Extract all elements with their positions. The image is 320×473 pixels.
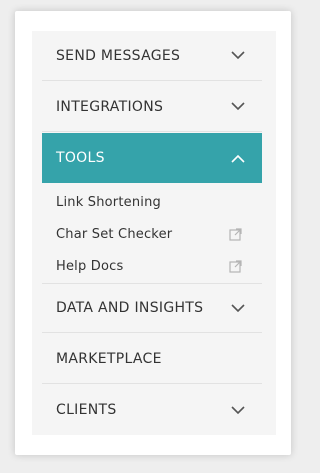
submenu-item-char-set-checker[interactable]: Char Set Checker bbox=[56, 220, 252, 248]
menu-item-label: SEND MESSAGES bbox=[56, 47, 181, 64]
chevron-down-icon bbox=[228, 97, 248, 117]
menu-item-integrations[interactable]: INTEGRATIONS bbox=[42, 82, 262, 132]
submenu-item-help-docs[interactable]: Help Docs bbox=[56, 252, 252, 280]
external-link-icon bbox=[228, 259, 242, 273]
chevron-down-icon bbox=[228, 298, 248, 318]
external-link-icon bbox=[228, 227, 242, 241]
submenu-item-label: Help Docs bbox=[56, 258, 124, 274]
menu-item-label: TOOLS bbox=[56, 150, 105, 166]
chevron-down-icon bbox=[228, 46, 248, 66]
chevron-up-icon bbox=[228, 148, 248, 168]
navigation-card: SEND MESSAGES INTEGRATIONS TOOLS Link Sh… bbox=[15, 11, 291, 455]
menu-item-label: INTEGRATIONS bbox=[56, 98, 164, 115]
menu-item-marketplace[interactable]: MARKETPLACE bbox=[42, 334, 262, 384]
menu-item-label: CLIENTS bbox=[56, 402, 117, 418]
menu-item-clients[interactable]: CLIENTS bbox=[42, 385, 262, 435]
chevron-down-icon bbox=[228, 400, 248, 420]
menu-item-data-and-insights[interactable]: DATA AND INSIGHTS bbox=[42, 283, 262, 333]
submenu-item-link-shortening[interactable]: Link Shortening bbox=[56, 188, 252, 216]
sidebar-menu: SEND MESSAGES INTEGRATIONS TOOLS Link Sh… bbox=[32, 31, 276, 435]
submenu-item-label: Char Set Checker bbox=[56, 226, 173, 242]
menu-item-send-messages[interactable]: SEND MESSAGES bbox=[42, 31, 262, 81]
menu-item-tools[interactable]: TOOLS bbox=[42, 133, 262, 183]
menu-item-label: DATA AND INSIGHTS bbox=[56, 300, 204, 316]
menu-item-label: MARKETPLACE bbox=[56, 350, 162, 367]
submenu-item-label: Link Shortening bbox=[56, 194, 161, 210]
